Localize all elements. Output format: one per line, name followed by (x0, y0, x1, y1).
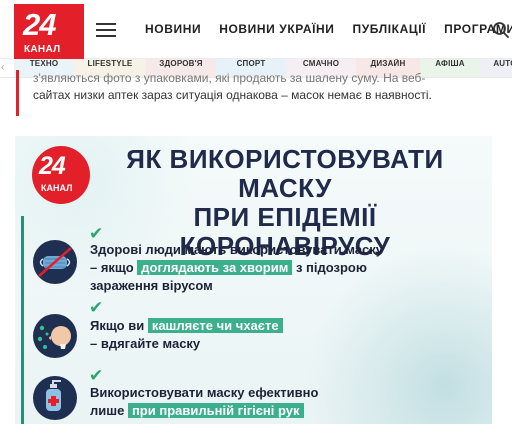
article-line-1: з'являються фото з упаковками, які прода… (33, 71, 426, 85)
site-header: 24 КАНАЛ НОВИНИ НОВИНИ УКРАЇНИ ПУБЛІКАЦІ… (0, 0, 512, 60)
sneeze-icon (33, 314, 77, 358)
main-nav: НОВИНИ НОВИНИ УКРАЇНИ ПУБЛІКАЦІЇ ПРОГРАМ… (145, 22, 512, 36)
logo-number: 24 (23, 7, 56, 42)
site-logo[interactable]: 24 КАНАЛ (14, 4, 84, 60)
scroll-left-icon[interactable]: ‹ (1, 62, 4, 73)
article-line-2: сайтах низки аптек зараз ситуація однако… (33, 88, 432, 102)
infographic-logo: 24 КАНАЛ (32, 146, 90, 204)
mask-icon (33, 240, 77, 284)
tip-1-line-1: Здорові люди мають використовувати маску (90, 242, 384, 257)
menu-icon[interactable] (96, 23, 116, 37)
article-quote: з'являються фото з упаковками, які прода… (16, 70, 499, 116)
tip-3-line-1: Використовувати маску ефективно (90, 385, 319, 400)
tip-3-highlight: при правильній гігієні рук (127, 403, 304, 418)
tip-1: Здорові люди мають використовувати маску… (90, 241, 490, 295)
tip-3: Використовувати маску ефективно лише при… (90, 384, 490, 420)
tip-2-line-2: – вдягайте маску (90, 336, 201, 351)
logo-name: КАНАЛ (24, 44, 61, 55)
tip-1-line-3: зараження вірусом (90, 278, 213, 293)
infographic-title-line-1: ЯК ВИКОРИСТОВУВАТИ МАСКУ (126, 144, 444, 203)
tip-2-pre: Якщо ви (90, 318, 145, 333)
search-icon[interactable] (492, 21, 510, 39)
nav-item-publications[interactable]: ПУБЛІКАЦІЇ (353, 22, 427, 36)
check-icon: ✔ (89, 298, 104, 318)
tip-1-dash: – якщо (90, 260, 134, 275)
check-icon: ✔ (89, 366, 104, 386)
tip-3-pre: лише (90, 403, 125, 418)
tip-1-post: з підозрою (295, 260, 367, 275)
mask-infographic: 24 КАНАЛ ЯК ВИКОРИСТОВУВАТИ МАСКУ ПРИ ЕП… (15, 136, 492, 424)
infographic-logo-number: 24 (39, 152, 66, 180)
tip-2-highlight: кашляєте чи чхаєте (147, 318, 283, 333)
tip-1-highlight: доглядають за хворим (137, 260, 293, 275)
tip-2: Якщо ви кашляєте чи чхаєте – вдягайте ма… (90, 317, 490, 353)
nav-item-ukraine-news[interactable]: НОВИНИ УКРАЇНИ (219, 22, 334, 36)
infographic-logo-name: КАНАЛ (41, 183, 73, 193)
sanitizer-icon (33, 376, 77, 420)
nav-item-news[interactable]: НОВИНИ (145, 22, 201, 36)
timeline-line (21, 216, 24, 424)
